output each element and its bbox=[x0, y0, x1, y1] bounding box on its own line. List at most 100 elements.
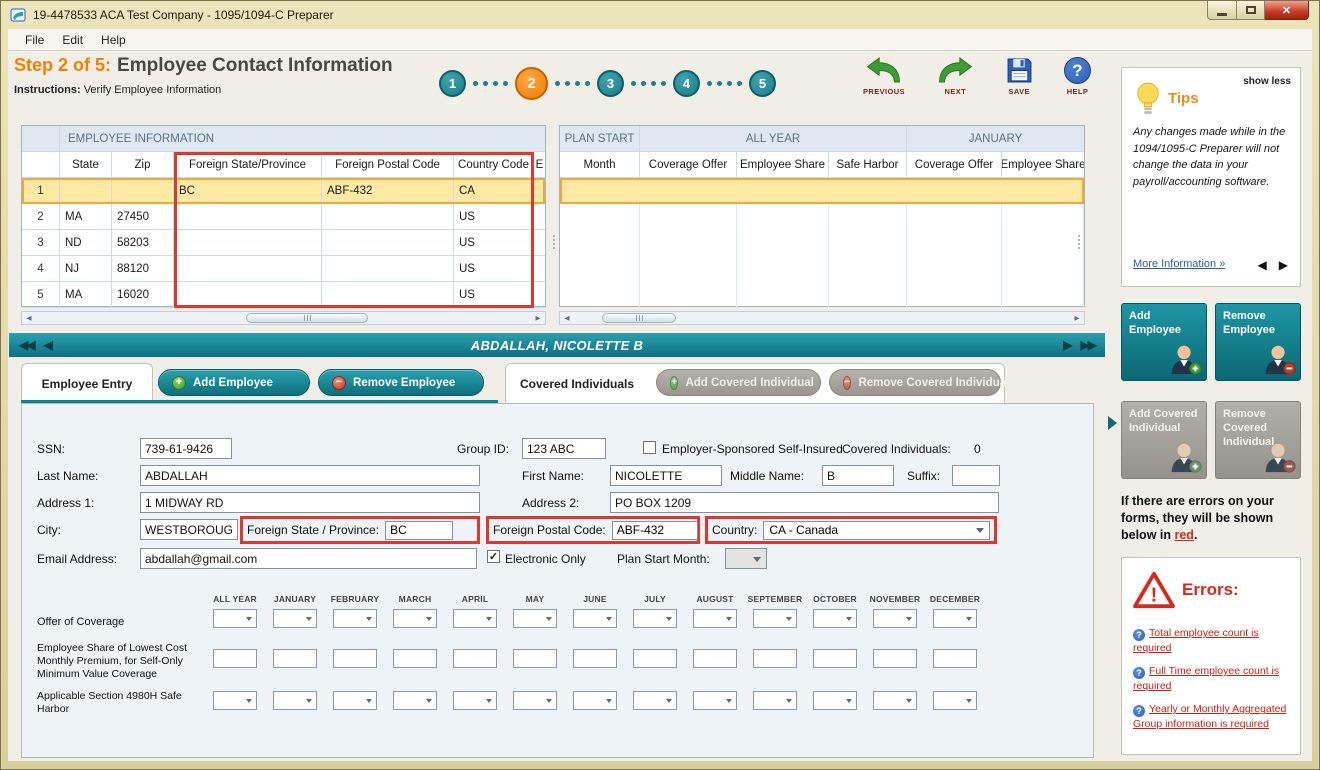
employee-grid-cell[interactable] bbox=[174, 230, 322, 256]
save-button[interactable]: SAVE bbox=[1006, 57, 1033, 96]
coverage-grid-scroll-grip[interactable] bbox=[1074, 177, 1083, 307]
safe-harbor-select[interactable] bbox=[753, 691, 797, 710]
employee-grid-cell[interactable] bbox=[322, 256, 454, 282]
employee-grid-cell[interactable]: US bbox=[454, 256, 534, 282]
help-button[interactable]: ? HELP bbox=[1064, 57, 1091, 96]
column-header-country-code[interactable]: Country Code bbox=[454, 152, 534, 178]
employee-grid-cell[interactable]: 27450 bbox=[112, 204, 174, 230]
minimize-button[interactable] bbox=[1207, 1, 1237, 20]
employee-grid-cell[interactable] bbox=[322, 282, 454, 308]
show-less-link[interactable]: show less bbox=[1243, 76, 1291, 87]
offer-of-coverage-select[interactable] bbox=[273, 609, 317, 628]
plan-start-select[interactable] bbox=[725, 548, 767, 569]
employee-grid-cell[interactable]: MA bbox=[60, 204, 112, 230]
employee-grid-cell[interactable] bbox=[322, 230, 454, 256]
suffix-field[interactable] bbox=[952, 465, 1000, 486]
scroll-left-icon[interactable]: ◀ bbox=[22, 312, 36, 324]
scroll-left-icon[interactable]: ◀ bbox=[560, 312, 574, 324]
column-header-state[interactable]: State bbox=[60, 152, 112, 178]
employee-grid-cell[interactable]: US bbox=[454, 230, 534, 256]
menu-help[interactable]: Help bbox=[92, 31, 135, 49]
middle-name-field[interactable] bbox=[822, 465, 894, 486]
safe-harbor-select[interactable] bbox=[693, 691, 737, 710]
error-link[interactable]: ?Yearly or Monthly Aggregated Group info… bbox=[1133, 702, 1292, 731]
step-4-indicator[interactable]: 4 bbox=[673, 70, 700, 97]
last-name-field[interactable] bbox=[140, 465, 480, 486]
scroll-right-icon[interactable]: ▶ bbox=[1070, 312, 1084, 324]
safe-harbor-select[interactable] bbox=[393, 691, 437, 710]
column-header-employee-share-jan[interactable]: Employee Share bbox=[1002, 152, 1084, 178]
employee-grid-cell[interactable]: 16020 bbox=[112, 282, 174, 308]
employee-grid-row[interactable]: 5MA16020US bbox=[22, 282, 545, 308]
coverage-grid-hscrollbar[interactable]: ◀ ▶ bbox=[559, 311, 1085, 325]
safe-harbor-select[interactable] bbox=[453, 691, 497, 710]
tab-employee-entry[interactable]: Employee Entry bbox=[21, 363, 153, 403]
employee-grid-hscrollbar[interactable]: ◀ ▶ bbox=[21, 311, 546, 325]
menu-file[interactable]: File bbox=[16, 31, 53, 49]
employee-share-input[interactable] bbox=[393, 649, 437, 668]
safe-harbor-select[interactable] bbox=[573, 691, 617, 710]
offer-of-coverage-select[interactable] bbox=[333, 609, 377, 628]
remove-employee-button[interactable]: Remove Employee bbox=[318, 369, 484, 396]
offer-of-coverage-select[interactable] bbox=[213, 609, 257, 628]
employee-share-input[interactable] bbox=[813, 649, 857, 668]
scroll-right-icon[interactable]: ▶ bbox=[531, 312, 545, 324]
employee-share-input[interactable] bbox=[453, 649, 497, 668]
offer-of-coverage-select[interactable] bbox=[573, 609, 617, 628]
column-header-month[interactable]: Month bbox=[560, 152, 640, 178]
employee-grid-cell[interactable]: MA bbox=[60, 282, 112, 308]
employee-grid-cell[interactable]: ND bbox=[60, 230, 112, 256]
foreign-postal-field[interactable] bbox=[612, 521, 698, 540]
employee-grid-cell[interactable] bbox=[534, 178, 545, 204]
self-insured-checkbox[interactable] bbox=[643, 441, 656, 454]
sidebar-collapse-handle[interactable] bbox=[1108, 416, 1117, 430]
column-header[interactable] bbox=[22, 152, 60, 178]
employee-share-input[interactable] bbox=[513, 649, 557, 668]
offer-of-coverage-select[interactable] bbox=[693, 609, 737, 628]
group-id-field[interactable] bbox=[522, 438, 606, 459]
sidebar-remove-covered-individual-button[interactable]: Remove Covered Individual bbox=[1215, 401, 1301, 479]
safe-harbor-select[interactable] bbox=[933, 691, 977, 710]
row-number[interactable]: 1 bbox=[22, 178, 60, 204]
first-record-icon[interactable]: ◀◀ bbox=[19, 338, 33, 352]
employee-grid-cell[interactable]: 88120 bbox=[112, 256, 174, 282]
error-link[interactable]: ?Total employee count is required bbox=[1133, 626, 1292, 655]
employee-grid-cell[interactable] bbox=[174, 204, 322, 230]
scroll-thumb[interactable] bbox=[602, 313, 676, 323]
column-header-zip[interactable]: Zip bbox=[112, 152, 174, 178]
country-select[interactable]: CA - Canada bbox=[763, 521, 990, 540]
employee-grid-cell[interactable]: BC bbox=[174, 178, 322, 204]
employee-grid-row[interactable]: 2MA27450 US bbox=[22, 204, 545, 230]
last-record-icon[interactable]: ▶▶ bbox=[1081, 338, 1095, 352]
add-covered-individual-button[interactable]: Add Covered Individual bbox=[656, 369, 821, 396]
title-bar[interactable]: 19-4478533 ACA Test Company - 1095/1094-… bbox=[1, 1, 1319, 29]
employee-grid-row[interactable]: 1BCABF-432CA bbox=[22, 178, 545, 204]
offer-of-coverage-select[interactable] bbox=[753, 609, 797, 628]
employee-grid-cell[interactable] bbox=[112, 178, 174, 204]
more-information-link[interactable]: More Information » bbox=[1133, 258, 1225, 270]
scroll-thumb[interactable] bbox=[246, 313, 368, 323]
safe-harbor-select[interactable] bbox=[873, 691, 917, 710]
employee-share-input[interactable] bbox=[333, 649, 377, 668]
column-header-safe-harbor[interactable]: Safe Harbor bbox=[829, 152, 907, 178]
remove-covered-individual-button[interactable]: Remove Covered Individual bbox=[829, 369, 1001, 396]
employee-grid-cell[interactable] bbox=[534, 230, 545, 256]
employee-grid-cell[interactable]: US bbox=[454, 204, 534, 230]
foreign-state-field[interactable] bbox=[385, 521, 453, 540]
offer-of-coverage-select[interactable] bbox=[393, 609, 437, 628]
add-employee-button[interactable]: Add Employee bbox=[158, 369, 310, 396]
sidebar-add-employee-button[interactable]: Add Employee bbox=[1121, 303, 1207, 381]
employee-share-input[interactable] bbox=[873, 649, 917, 668]
safe-harbor-select[interactable] bbox=[513, 691, 557, 710]
employee-grid-cell[interactable] bbox=[534, 256, 545, 282]
scroll-track[interactable] bbox=[574, 312, 1070, 324]
employee-grid-row[interactable]: 3ND58203US bbox=[22, 230, 545, 256]
employee-grid-cell[interactable]: US bbox=[454, 282, 534, 308]
row-number[interactable]: 2 bbox=[22, 204, 60, 230]
safe-harbor-select[interactable] bbox=[333, 691, 377, 710]
column-header-cutoff[interactable]: E bbox=[534, 152, 545, 178]
employee-grid-cell[interactable] bbox=[534, 282, 545, 308]
employee-share-input[interactable] bbox=[273, 649, 317, 668]
sidebar-add-covered-individual-button[interactable]: Add Covered Individual bbox=[1121, 401, 1207, 479]
row-number[interactable]: 4 bbox=[22, 256, 60, 282]
